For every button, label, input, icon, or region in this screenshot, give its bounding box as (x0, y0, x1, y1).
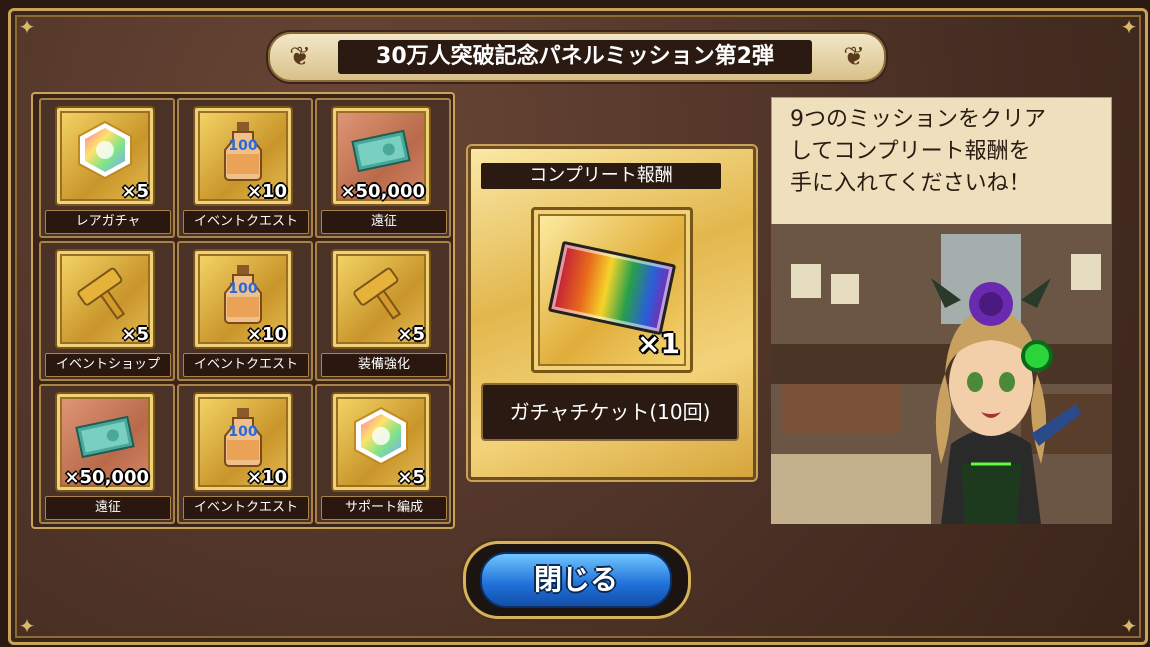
speech-line: 9つのミッションをクリア (790, 107, 1046, 132)
close-button[interactable]: 閉じる (480, 552, 672, 608)
reward-quantity: ×50,000 (340, 181, 425, 202)
reward-tile: ×5 (331, 392, 431, 492)
mission-label: サポート編成 (321, 496, 447, 520)
speech-line: 手に入れてくださいね！ (790, 171, 1031, 196)
mission-cell[interactable]: ×50,000 遠征 (39, 384, 175, 524)
speech-line: してコンプリート報酬を (790, 139, 1031, 164)
fleur-icon: ❦ (289, 42, 311, 72)
corner-ornament-icon: ✦ (1120, 614, 1138, 638)
reward-tile: ×5 (55, 249, 155, 349)
complete-reward-name: ガチャチケット(10回) (481, 383, 739, 441)
potion-badge: 100 (228, 424, 257, 440)
mission-cell[interactable]: 100 ×10 イベントクエスト (177, 384, 313, 524)
reward-tile: ×5 (331, 249, 431, 349)
complete-reward-title: コンプリート報酬 (481, 163, 721, 189)
reward-tile: 100 ×10 (193, 249, 293, 349)
mission-label: イベントクエスト (183, 353, 309, 377)
money-icon (351, 120, 411, 182)
reward-tile: ×5 (55, 106, 155, 206)
character-girl-icon (931, 278, 1081, 524)
corner-ornament-icon: ✦ (1120, 15, 1138, 39)
money-icon (75, 406, 135, 468)
complete-reward-panel: コンプリート報酬 ×1 ガチャチケット(10回) (468, 146, 756, 480)
potion-icon: 100 (213, 406, 273, 468)
mission-cell[interactable]: ×5 レアガチャ (39, 98, 175, 238)
mission-label: イベントクエスト (183, 496, 309, 520)
mission-cell[interactable]: ×50,000 遠征 (315, 98, 451, 238)
mission-cell[interactable]: 100 ×10 イベントクエスト (177, 98, 313, 238)
mission-label: イベントクエスト (183, 210, 309, 234)
potion-icon: 100 (213, 263, 273, 325)
mission-panel-grid: ×5 レアガチャ 100 ×10 イベントクエスト ×50,000 遠征 ×5 … (31, 92, 455, 529)
reward-quantity: ×50,000 (64, 467, 149, 488)
reward-tile: 100 ×10 (193, 106, 293, 206)
potion-icon: 100 (213, 120, 273, 182)
reward-quantity: ×10 (246, 467, 287, 488)
corner-ornament-icon: ✦ (18, 15, 36, 39)
reward-quantity: ×5 (397, 467, 425, 488)
gacha-ticket-icon (547, 240, 677, 336)
crystal-icon (75, 120, 135, 182)
mission-cell[interactable]: ×5 サポート編成 (315, 384, 451, 524)
mission-cell[interactable]: ×5 装備強化 (315, 241, 451, 381)
potion-badge: 100 (228, 138, 257, 154)
mission-cell[interactable]: ×5 イベントショップ (39, 241, 175, 381)
mission-label: 装備強化 (321, 353, 447, 377)
speech-bubble: 9つのミッションをクリア してコンプリート報酬を 手に入れてくださいね！ (771, 97, 1112, 225)
reward-tile: ×50,000 (55, 392, 155, 492)
mission-cell[interactable]: 100 ×10 イベントクエスト (177, 241, 313, 381)
corner-ornament-icon: ✦ (18, 614, 36, 638)
reward-quantity: ×5 (397, 324, 425, 345)
potion-badge: 100 (228, 281, 257, 297)
complete-reward-quantity: ×1 (637, 327, 680, 360)
fleur-icon: ❦ (843, 42, 865, 72)
hammer-icon (351, 263, 411, 325)
mission-label: 遠征 (321, 210, 447, 234)
reward-quantity: ×5 (121, 181, 149, 202)
page-title: 30万人突破記念パネルミッション第2弾 (338, 40, 812, 74)
mission-label: イベントショップ (45, 353, 171, 377)
reward-tile: ×50,000 (331, 106, 431, 206)
character-portrait (771, 224, 1112, 524)
mission-label: レアガチャ (45, 210, 171, 234)
reward-quantity: ×10 (246, 324, 287, 345)
close-button-frame: 閉じる (463, 541, 691, 619)
reward-quantity: ×10 (246, 181, 287, 202)
reward-tile: 100 ×10 (193, 392, 293, 492)
mission-label: 遠征 (45, 496, 171, 520)
reward-quantity: ×5 (121, 324, 149, 345)
title-plate: ❦ 30万人突破記念パネルミッション第2弾 ❦ (268, 32, 886, 82)
hammer-icon (75, 263, 135, 325)
crystal-icon (351, 406, 411, 468)
complete-reward-tile[interactable]: ×1 (531, 207, 693, 373)
